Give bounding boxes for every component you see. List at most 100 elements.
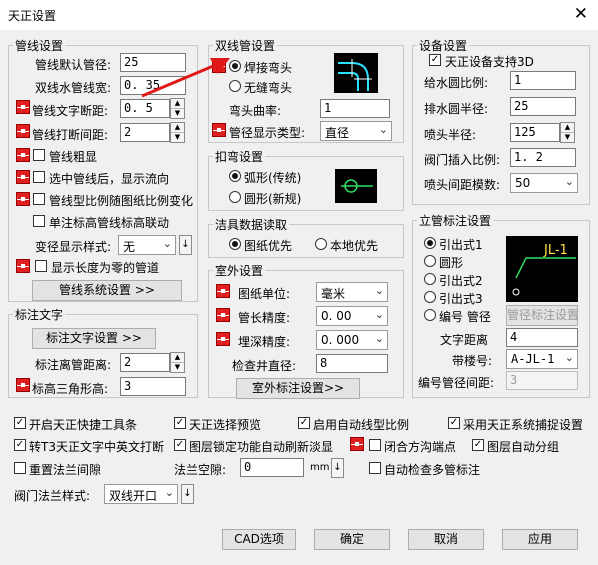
arc-radio[interactable] xyxy=(229,170,241,182)
break-gap-spinner[interactable]: ▲ ▼ xyxy=(170,122,185,143)
well-dia-input[interactable]: 8 xyxy=(316,354,388,373)
pipe-system-settings-button[interactable]: 管线系统设置 >> xyxy=(32,280,182,301)
circle-style-label: 圆形 xyxy=(439,256,464,270)
zero-len-checkbox[interactable] xyxy=(35,260,47,272)
with-num-select[interactable]: A-JL-1 ⌄ xyxy=(506,349,578,369)
red-setting-icon xyxy=(16,124,30,138)
reset-flange-checkbox[interactable] xyxy=(14,462,26,474)
spray-radius-label: 喷头半径: xyxy=(424,128,477,142)
chevron-down-icon: ⌄ xyxy=(378,123,388,136)
layer-auto-label: 图层自动分组 xyxy=(487,440,560,454)
red-setting-icon xyxy=(216,284,230,298)
cancel-button[interactable]: 取消 xyxy=(408,529,484,550)
scale-checkbox[interactable] xyxy=(33,193,45,205)
fixture-legend: 洁具数据读取 xyxy=(215,218,288,232)
number-pipe-label: 编号 管径 xyxy=(439,310,491,324)
cad-options-button[interactable]: CAD选项 xyxy=(222,529,296,550)
break-gap-input[interactable]: 2 xyxy=(120,123,170,142)
ok-button[interactable]: 确定 xyxy=(314,529,390,550)
circle-radio[interactable] xyxy=(229,191,241,203)
chevron-down-icon: ⌄ xyxy=(374,284,384,297)
support3d-checkbox[interactable]: ✓ xyxy=(429,54,441,66)
pipe-dia-label-settings-button[interactable]: 管径标注设置 xyxy=(506,305,579,326)
num-gap-input[interactable]: 3 xyxy=(506,371,578,390)
chevron-down-icon: ⌄ xyxy=(164,486,174,499)
drawing-first-radio[interactable] xyxy=(229,238,241,250)
drawing-first-label: 图纸优先 xyxy=(244,239,293,253)
depth-label: 埋深精度: xyxy=(238,335,291,349)
valve-flange-select[interactable]: 双线开口 ⌄ xyxy=(104,484,178,504)
valve-flange-arrow-button[interactable]: ↓ xyxy=(181,484,194,504)
chevron-down-icon: ⌄ xyxy=(162,237,172,250)
flow-checkbox[interactable] xyxy=(33,171,45,183)
triangle-input[interactable]: 3 xyxy=(120,377,186,396)
toolbar-checkbox[interactable]: ✓ xyxy=(14,417,26,429)
number-pipe-radio[interactable] xyxy=(424,309,436,321)
valve-scale-label: 阀门插入比例: xyxy=(424,153,501,167)
unit-label: 图纸单位: xyxy=(238,287,291,301)
closed-ditch-checkbox[interactable] xyxy=(369,439,381,451)
var-style-arrow-button[interactable]: ↓ xyxy=(179,235,192,255)
circle-label: 圆形(新规) xyxy=(244,192,302,206)
valve-scale-input[interactable]: 1. 2 xyxy=(510,148,576,167)
red-setting-icon xyxy=(16,192,30,206)
auto-ltscale-checkbox[interactable]: ✓ xyxy=(298,417,310,429)
close-icon[interactable]: ✕ xyxy=(574,4,588,24)
bold-checkbox[interactable] xyxy=(33,149,45,161)
red-setting-icon xyxy=(16,170,30,184)
pipe-len-label: 管长精度: xyxy=(238,311,291,325)
text-dist-input[interactable]: 4 xyxy=(506,328,578,347)
flange-gap-arrow-button[interactable]: ↓ xyxy=(331,458,344,478)
local-first-radio[interactable] xyxy=(315,238,327,250)
red-setting-icon xyxy=(16,100,30,114)
var-style-select[interactable]: 无 ⌄ xyxy=(118,235,176,255)
chevron-down-icon: ⌄ xyxy=(374,332,384,345)
lead3-radio[interactable] xyxy=(424,291,436,303)
spray-radius-spinner[interactable]: ▲ ▼ xyxy=(560,122,575,143)
red-setting-icon xyxy=(216,308,230,322)
pipe-len-select[interactable]: 0. 00 ⌄ xyxy=(316,306,388,326)
t3-break-checkbox[interactable]: ✓ xyxy=(14,439,26,451)
bend-legend: 扣弯设置 xyxy=(215,150,264,164)
label-text-settings-button[interactable]: 标注文字设置 >> xyxy=(32,328,156,349)
scale-label: 管线型比例随图纸比例变化 xyxy=(49,194,194,208)
zero-len-label: 显示长度为零的管道 xyxy=(51,261,160,275)
from-pipe-input[interactable]: 2 xyxy=(120,353,170,372)
outdoor-label-settings-button[interactable]: 室外标注设置>> xyxy=(236,378,360,399)
circle-style-radio[interactable] xyxy=(424,255,436,267)
unit-select[interactable]: 毫米 ⌄ xyxy=(316,282,388,302)
break-gap-label: 管线打断间距: xyxy=(32,128,109,142)
bend-curvature-input[interactable]: 1 xyxy=(320,99,390,118)
red-setting-icon xyxy=(212,123,226,137)
vertical-label-preview: JL-1 xyxy=(506,236,578,302)
supply-scale-input[interactable]: 1 xyxy=(510,71,576,90)
layer-lock-checkbox[interactable]: ✓ xyxy=(174,439,186,451)
preview-checkbox[interactable]: ✓ xyxy=(174,417,186,429)
auto-multi-checkbox[interactable] xyxy=(369,462,381,474)
depth-select[interactable]: 0. 000 ⌄ xyxy=(316,330,388,350)
preview-label: 天正选择预览 xyxy=(189,418,262,432)
text-dist-label: 文字距离 xyxy=(440,333,489,347)
closed-ditch-label: 闭合方沟端点 xyxy=(384,440,457,454)
layer-auto-checkbox[interactable]: ✓ xyxy=(472,439,484,451)
from-pipe-spinner[interactable]: ▲ ▼ xyxy=(170,352,185,373)
spray-radius-input[interactable]: 125 xyxy=(510,123,560,142)
red-setting-icon xyxy=(16,259,30,273)
bend-shape-preview xyxy=(335,169,377,203)
drain-radius-input[interactable]: 25 xyxy=(510,97,576,116)
elev-checkbox[interactable] xyxy=(33,215,45,227)
weld-label: 焊接弯头 xyxy=(244,61,293,75)
apply-button[interactable]: 应用 xyxy=(502,529,578,550)
num-gap-label: 编号管径间距: xyxy=(418,376,495,390)
var-style-label: 变径显示样式: xyxy=(35,240,112,254)
spray-spacing-select[interactable]: 50 ⌄ xyxy=(510,173,578,193)
red-setting-icon xyxy=(216,332,230,346)
lead2-radio[interactable] xyxy=(424,273,436,285)
flange-gap-input[interactable]: 0 xyxy=(240,458,304,477)
lead1-radio[interactable] xyxy=(424,237,436,249)
auto-ltscale-label: 启用自动线型比例 xyxy=(313,418,410,432)
dia-display-select[interactable]: 直径 ⌄ xyxy=(320,121,392,141)
well-dia-label: 检查井直径: xyxy=(232,359,297,373)
chevron-down-icon: ⌄ xyxy=(564,351,574,364)
snap-checkbox[interactable]: ✓ xyxy=(448,417,460,429)
